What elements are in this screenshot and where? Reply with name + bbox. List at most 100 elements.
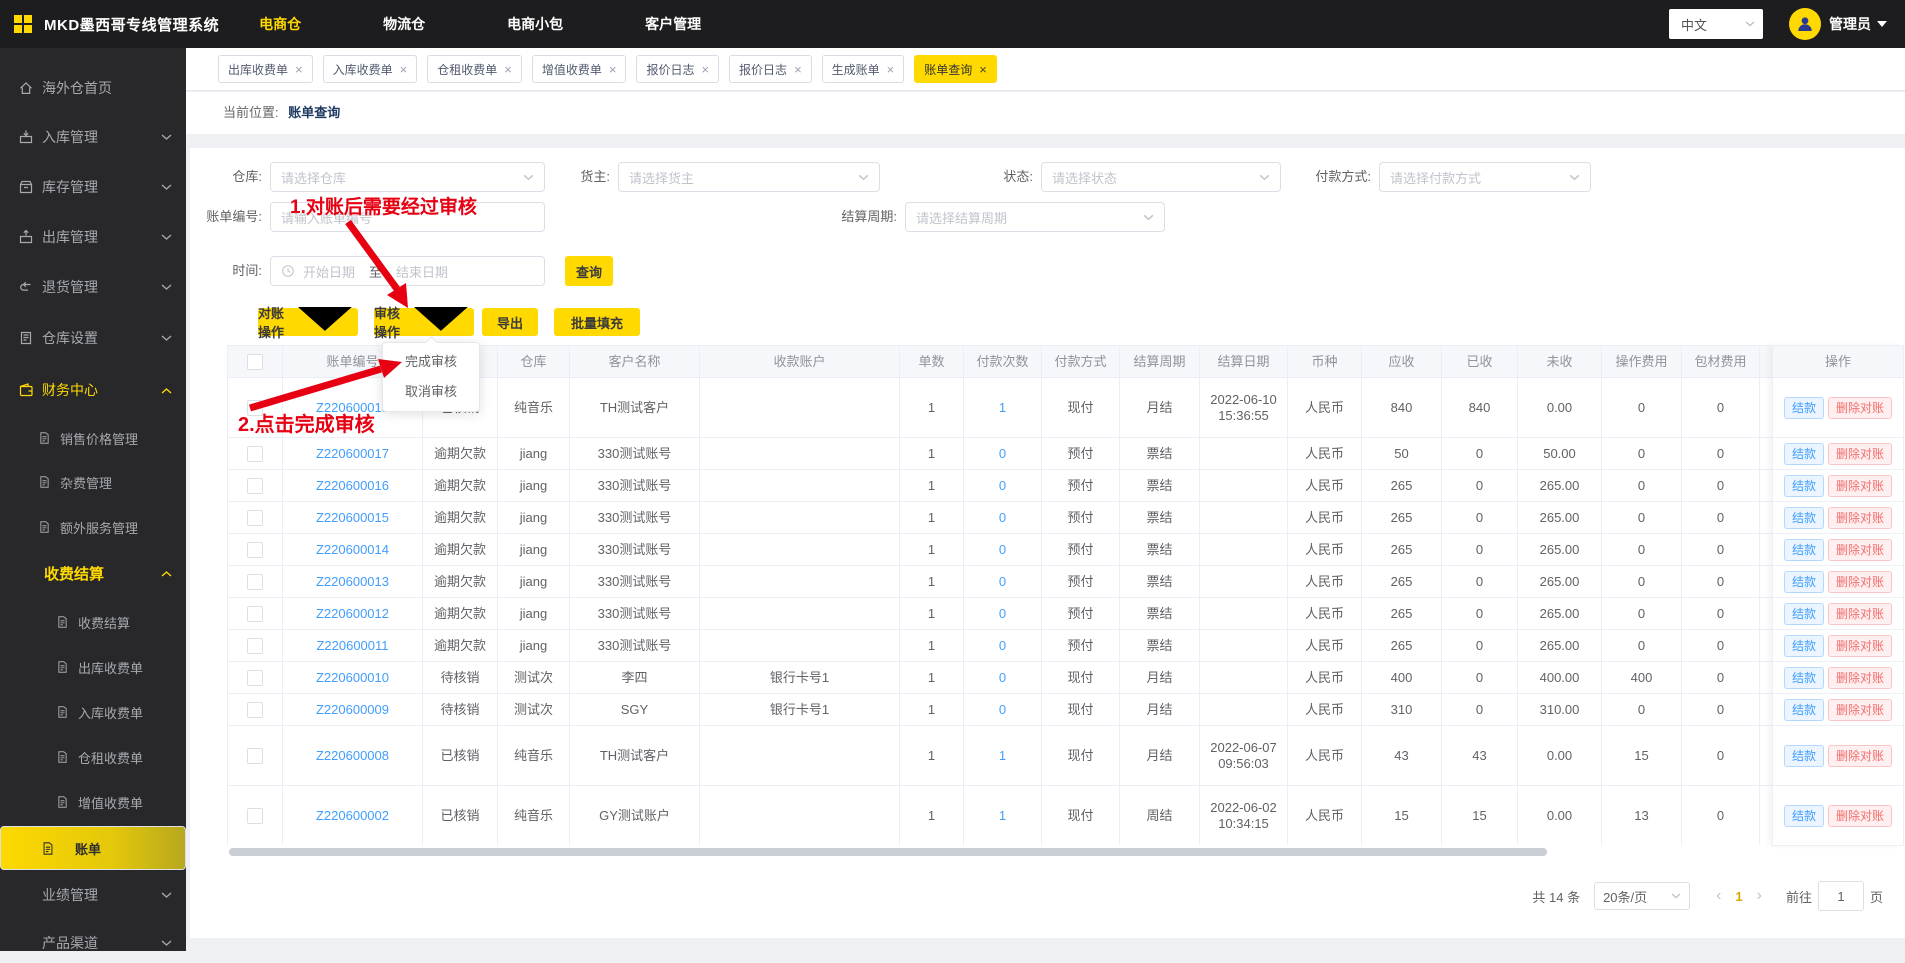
bill-number-link[interactable]: Z220600016: [316, 478, 389, 493]
pay-times-link[interactable]: 0: [999, 670, 1006, 685]
sidebar-item-仓库设置[interactable]: 仓库设置: [0, 318, 186, 358]
delete-reconcile-button[interactable]: 删除对账: [1828, 634, 1893, 657]
tab-生成账单[interactable]: 生成账单 ×: [821, 55, 905, 83]
row-checkbox[interactable]: [247, 637, 263, 654]
prev-page-icon[interactable]: ‹: [1716, 887, 1721, 905]
close-icon[interactable]: ×: [887, 63, 895, 76]
sidebar-item-海外仓首页[interactable]: 海外仓首页: [0, 68, 186, 108]
dropdown-item-取消审核[interactable]: 取消审核: [383, 377, 479, 407]
payment-method-select[interactable]: 请选择付款方式: [1379, 162, 1591, 192]
delete-reconcile-button[interactable]: 删除对账: [1828, 442, 1893, 465]
settle-button[interactable]: 结款: [1783, 804, 1824, 827]
bill-number-link[interactable]: Z220600008: [316, 748, 389, 763]
close-icon[interactable]: ×: [295, 63, 303, 76]
row-checkbox[interactable]: [247, 541, 263, 558]
row-checkbox[interactable]: [247, 399, 263, 416]
date-range-picker[interactable]: 开始日期 至 结束日期: [270, 256, 545, 286]
bill-no-input[interactable]: 请输入账单编号: [270, 202, 545, 232]
close-icon[interactable]: ×: [609, 63, 617, 76]
sidebar-item-入库收费单[interactable]: 入库收费单: [0, 692, 186, 732]
top-menu-item[interactable]: 电商小包: [507, 14, 563, 34]
tab-仓租收费单[interactable]: 仓租收费单 ×: [427, 55, 522, 83]
bill-number-link[interactable]: Z220600017: [316, 446, 389, 461]
delete-reconcile-button[interactable]: 删除对账: [1828, 396, 1893, 419]
pay-times-link[interactable]: 1: [999, 400, 1006, 415]
current-page[interactable]: 1: [1735, 889, 1742, 904]
breadcrumb-current[interactable]: 账单查询: [288, 105, 340, 120]
action-button-导出[interactable]: 导出: [482, 308, 538, 336]
settle-button[interactable]: 结款: [1783, 538, 1824, 561]
page-size-select[interactable]: 20条/页: [1594, 882, 1691, 910]
settle-button[interactable]: 结款: [1783, 666, 1824, 689]
delete-reconcile-button[interactable]: 删除对账: [1828, 474, 1893, 497]
row-checkbox[interactable]: [247, 807, 263, 824]
owner-select[interactable]: 请选择货主: [618, 162, 880, 192]
tab-报价日志[interactable]: 报价日志 ×: [636, 55, 720, 83]
row-checkbox[interactable]: [247, 509, 263, 526]
next-page-icon[interactable]: ›: [1757, 887, 1762, 905]
bill-number-link[interactable]: Z220600011: [316, 638, 388, 653]
close-icon[interactable]: ×: [400, 63, 408, 76]
bill-number-link[interactable]: Z220600015: [316, 510, 389, 525]
pay-times-link[interactable]: 1: [999, 808, 1006, 823]
settle-button[interactable]: 结款: [1783, 744, 1824, 767]
action-button-审核操作[interactable]: 审核操作: [374, 306, 474, 340]
pay-times-link[interactable]: 0: [999, 574, 1006, 589]
user-menu[interactable]: 管理员: [1829, 14, 1887, 34]
close-icon[interactable]: ×: [504, 63, 512, 76]
row-checkbox[interactable]: [247, 669, 263, 686]
pay-times-link[interactable]: 0: [999, 702, 1006, 717]
pay-times-link[interactable]: 0: [999, 446, 1006, 461]
sidebar-item-销售价格管理[interactable]: 销售价格管理: [0, 418, 186, 458]
delete-reconcile-button[interactable]: 删除对账: [1828, 602, 1893, 625]
bill-number-link[interactable]: Z220600009: [316, 702, 389, 717]
sidebar-item-库存管理[interactable]: 库存管理: [0, 167, 186, 207]
delete-reconcile-button[interactable]: 删除对账: [1828, 698, 1893, 721]
sidebar-item-业绩管理[interactable]: 业绩管理: [0, 875, 186, 915]
table-scroll-area[interactable]: 账单编号状态仓库客户名称收款账户单数付款次数付款方式结算周期结算日期币种应收已收…: [227, 345, 1772, 845]
row-checkbox[interactable]: [247, 701, 263, 718]
tab-出库收费单[interactable]: 出库收费单 ×: [218, 55, 313, 83]
bill-number-link[interactable]: Z220600014: [316, 542, 389, 557]
settle-cycle-select[interactable]: 请选择结算周期: [905, 202, 1165, 232]
sidebar-item-财务中心[interactable]: 财务中心: [0, 370, 186, 410]
sidebar-item-杂费管理[interactable]: 杂费管理: [0, 462, 186, 502]
bill-number-link[interactable]: Z220600018: [316, 400, 389, 415]
close-icon[interactable]: ×: [701, 63, 709, 76]
row-checkbox[interactable]: [247, 445, 263, 462]
avatar[interactable]: [1789, 8, 1821, 40]
row-checkbox[interactable]: [247, 605, 263, 622]
pay-times-link[interactable]: 1: [999, 748, 1006, 763]
sidebar-item-产品渠道[interactable]: 产品渠道: [0, 923, 186, 963]
status-select[interactable]: 请选择状态: [1041, 162, 1281, 192]
sidebar-item-退货管理[interactable]: 退货管理: [0, 267, 186, 307]
action-button-对账操作[interactable]: 对账操作: [258, 306, 358, 340]
pay-times-link[interactable]: 0: [999, 638, 1006, 653]
sidebar-item-收费结算[interactable]: 收费结算: [0, 602, 186, 642]
delete-reconcile-button[interactable]: 删除对账: [1828, 506, 1893, 529]
tab-账单查询[interactable]: 账单查询 ×: [914, 55, 997, 83]
sidebar-item-入库管理[interactable]: 入库管理: [0, 117, 186, 157]
sidebar-item-仓租收费单[interactable]: 仓租收费单: [0, 737, 186, 777]
delete-reconcile-button[interactable]: 删除对账: [1828, 804, 1893, 827]
apps-grid-icon[interactable]: [14, 15, 32, 33]
close-icon[interactable]: ×: [979, 63, 987, 76]
sidebar-item-账单[interactable]: 账单: [0, 826, 186, 870]
settle-button[interactable]: 结款: [1783, 442, 1824, 465]
top-menu-item[interactable]: 物流仓: [383, 14, 425, 34]
bill-number-link[interactable]: Z220600002: [316, 808, 389, 823]
action-button-批量填充[interactable]: 批量填充: [554, 308, 640, 336]
settle-button[interactable]: 结款: [1783, 570, 1824, 593]
pay-times-link[interactable]: 0: [999, 606, 1006, 621]
settle-button[interactable]: 结款: [1783, 474, 1824, 497]
row-checkbox[interactable]: [247, 747, 263, 764]
search-button[interactable]: 查询: [565, 256, 613, 286]
top-menu-item[interactable]: 客户管理: [645, 14, 701, 34]
close-icon[interactable]: ×: [794, 63, 802, 76]
bill-number-link[interactable]: Z220600013: [316, 574, 389, 589]
delete-reconcile-button[interactable]: 删除对账: [1828, 744, 1893, 767]
row-checkbox[interactable]: [247, 477, 263, 494]
sidebar-item-出库收费单[interactable]: 出库收费单: [0, 647, 186, 687]
sidebar-item-收费结算[interactable]: 收费结算: [0, 553, 186, 593]
delete-reconcile-button[interactable]: 删除对账: [1828, 666, 1893, 689]
